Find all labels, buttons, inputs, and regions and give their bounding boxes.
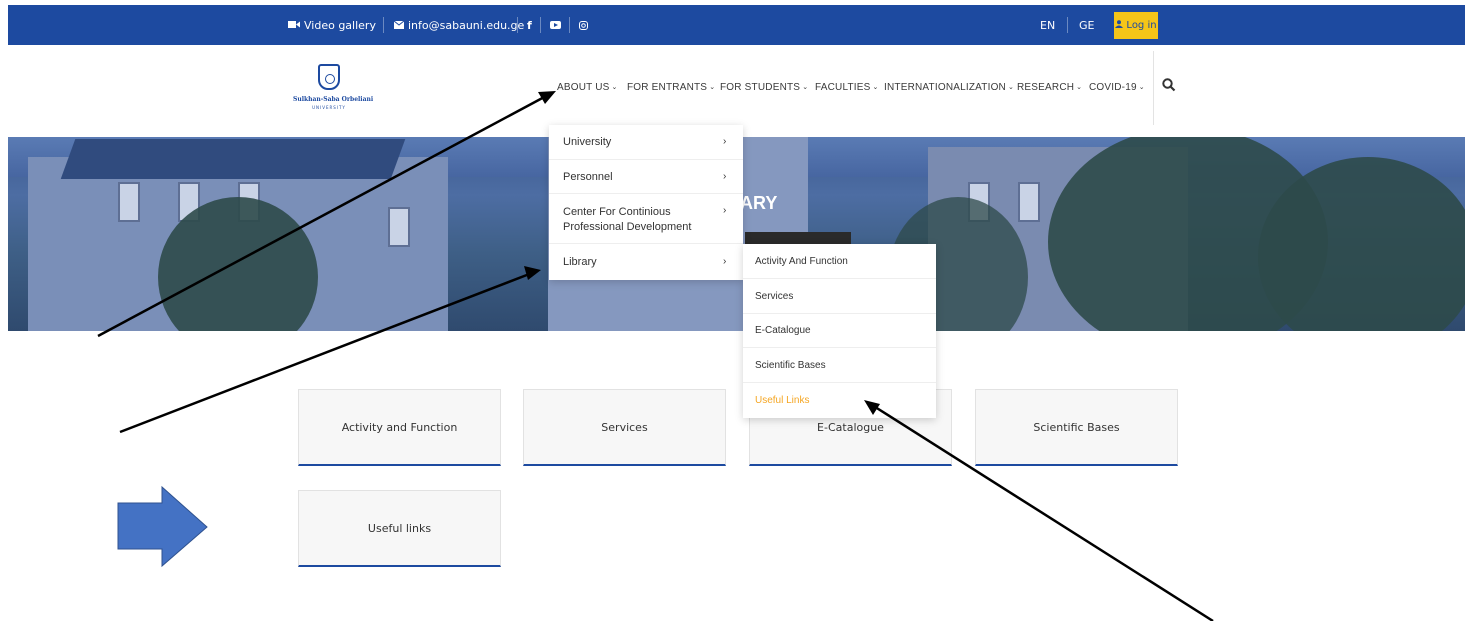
card-label: Services [601,420,648,434]
chevron-down-icon: ⌄ [1076,84,1083,91]
nav-label: ABOUT US [557,81,610,93]
chevron-down-icon: ⌄ [1138,84,1145,91]
nav-label: COVID-19 [1089,81,1137,93]
chevron-down-icon: ⌄ [802,84,809,91]
nav-label: RESEARCH [1017,81,1075,93]
hero-window [388,207,410,247]
login-label: Log in [1126,20,1157,31]
card-scientific-bases[interactable]: Scientific Bases [975,389,1178,466]
card-label: Activity and Function [341,420,458,434]
nav-label: FOR STUDENTS [720,81,801,93]
menu-item-label: Center For Continious Professional Devel… [563,206,692,233]
nav-faculties[interactable]: FACULTIES ⌄ [815,80,879,94]
menu-item-university[interactable]: University › [549,125,743,160]
submenu-item-activity-and-function[interactable]: Activity And Function [743,244,936,279]
menu-item-library[interactable]: Library › [549,244,743,280]
nav-divider [1153,51,1154,125]
topbar-divider [383,17,384,33]
submenu-item-label: E-Catalogue [755,324,811,336]
card-label: E-Catalogue [817,420,884,434]
video-camera-icon [288,19,300,32]
submenu-item-label: Scientific Bases [755,359,826,371]
topbar-divider [517,17,518,33]
search-icon[interactable] [1162,77,1178,93]
card-services[interactable]: Services [523,389,726,466]
submenu-item-label: Useful Links [755,395,810,406]
video-gallery-link[interactable]: Video gallery [288,5,376,45]
about-us-dropdown: University › Personnel › Center For Cont… [549,125,743,280]
lang-en-link[interactable]: EN [1040,5,1055,45]
nav-about-us[interactable]: ABOUT US ⌄ [557,80,618,94]
youtube-icon[interactable] [550,5,561,45]
card-activity-and-function[interactable]: Activity and Function [298,389,501,466]
envelope-icon [393,19,405,32]
card-label: Scientific Bases [1033,420,1120,434]
video-gallery-label: Video gallery [304,18,376,32]
nav-covid-19[interactable]: COVID-19 ⌄ [1089,80,1145,94]
chevron-down-icon: ⌄ [611,84,618,91]
menu-item-label: University [563,136,612,148]
top-bar: Video gallery info@sabauni.edu.ge f EN G… [8,5,1465,45]
chevron-down-icon: ⌄ [709,84,716,91]
nav-research[interactable]: RESEARCH ⌄ [1017,80,1082,94]
submenu-item-label: Activity And Function [755,255,848,267]
lang-ge-link[interactable]: GE [1079,5,1094,45]
nav-for-entrants[interactable]: FOR ENTRANTS ⌄ [627,80,715,94]
library-submenu: Activity And Function Services E-Catalog… [743,244,936,418]
annotation-block-arrow [117,485,208,568]
card-label: Useful links [367,521,432,535]
menu-item-label: Library [563,256,597,268]
user-icon [1115,20,1124,31]
chevron-right-icon: › [723,171,727,182]
submenu-item-scientific-bases[interactable]: Scientific Bases [743,348,936,383]
menu-item-personnel[interactable]: Personnel › [549,160,743,194]
chevron-down-icon: ⌄ [1007,84,1015,91]
nav-label: FACULTIES [815,81,871,93]
logo-name: Sulkhan-Saba Orbeliani [293,96,374,103]
instagram-icon[interactable] [579,5,588,45]
submenu-item-services[interactable]: Services [743,279,936,314]
nav-label: FOR ENTRANTS [627,81,708,93]
facebook-label: f [527,18,532,32]
menu-item-label: Personnel [563,171,613,183]
university-logo[interactable]: Sulkhan-Saba Orbeliani UNIVERSITY [293,64,373,120]
login-button[interactable]: Log in [1114,12,1158,39]
chevron-right-icon: › [723,205,727,216]
logo-emblem-icon [318,64,340,90]
card-useful-links[interactable]: Useful links [298,490,501,567]
chevron-down-icon: ⌄ [872,84,879,91]
hero-window [118,182,140,222]
nav-label: INTERNATIONALIZATION [884,81,1006,93]
topbar-divider [1067,17,1068,33]
menu-item-center-for-continious-professional-development[interactable]: Center For Continious Professional Devel… [549,194,743,244]
chevron-right-icon: › [723,136,727,147]
email-link[interactable]: info@sabauni.edu.ge [393,5,525,45]
topbar-divider [569,17,570,33]
lang-en-label: EN [1040,18,1056,32]
hero-window [1018,182,1040,222]
hero-breadcrumb-bar [745,232,851,244]
email-label: info@sabauni.edu.ge [408,18,525,32]
hero-roof [60,139,406,179]
lang-ge-label: GE [1079,18,1095,32]
submenu-item-e-catalogue[interactable]: E-Catalogue [743,313,936,348]
nav-internationalization[interactable]: INTERNATIONALIZATION ⌄ [884,80,1014,94]
topbar-divider [540,17,541,33]
facebook-icon[interactable]: f [527,5,532,45]
submenu-item-useful-links[interactable]: Useful Links [743,383,936,418]
nav-for-students[interactable]: FOR STUDENTS ⌄ [720,80,808,94]
logo-subtitle: UNIVERSITY [312,105,346,110]
submenu-item-label: Services [755,290,794,302]
hero-title: ARY [740,193,778,213]
chevron-right-icon: › [723,256,727,267]
